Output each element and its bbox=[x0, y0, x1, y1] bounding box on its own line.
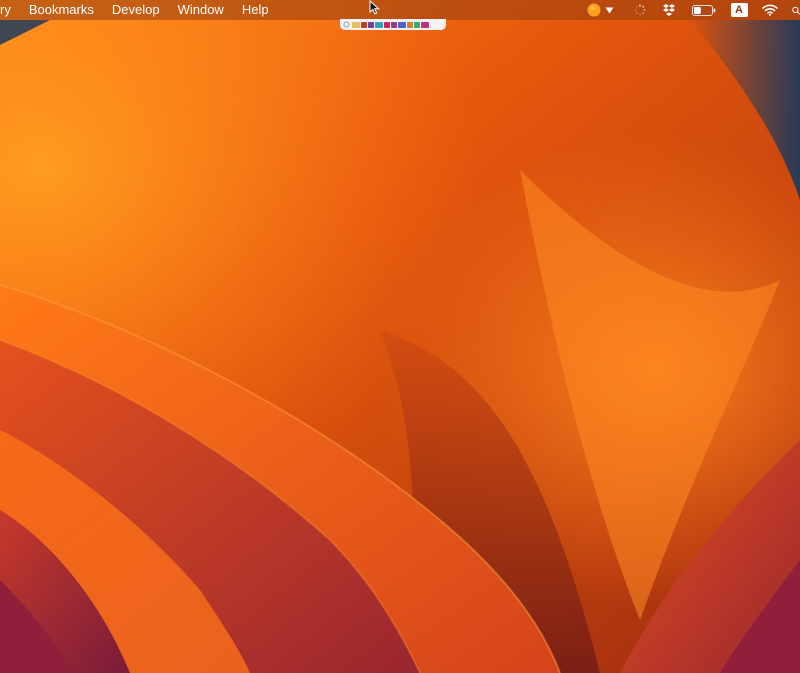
orange-circle-icon bbox=[587, 3, 600, 17]
menu-bar-status-area: A bbox=[584, 0, 800, 20]
menu-item-bookmarks[interactable]: Bookmarks bbox=[20, 0, 103, 20]
palette-swatch[interactable] bbox=[421, 21, 429, 28]
battery-menu[interactable] bbox=[692, 0, 716, 20]
app-indicator-menu[interactable] bbox=[584, 0, 616, 20]
battery-icon bbox=[692, 4, 716, 16]
dropbox-icon bbox=[663, 4, 675, 16]
menu-item-history[interactable]: ry bbox=[0, 0, 20, 20]
chevron-down-icon bbox=[605, 7, 613, 13]
menu-item-window[interactable]: Window bbox=[169, 0, 233, 20]
dropbox-menu[interactable] bbox=[662, 0, 676, 20]
palette-swatch[interactable] bbox=[407, 21, 413, 28]
menu-item-develop[interactable]: Develop bbox=[103, 0, 169, 20]
palette-swatch[interactable] bbox=[375, 21, 383, 28]
palette-swatch[interactable] bbox=[368, 21, 374, 28]
menu-item-help[interactable]: Help bbox=[233, 0, 278, 20]
wifi-icon bbox=[762, 4, 778, 16]
loading-spinner-icon bbox=[634, 4, 646, 16]
palette-swatch[interactable] bbox=[361, 21, 367, 28]
input-source-menu[interactable]: A bbox=[730, 0, 748, 20]
input-source-label: A bbox=[730, 3, 748, 17]
menu-bar: ry Bookmarks Develop Window Help A bbox=[0, 0, 800, 20]
palette-swatches bbox=[352, 21, 429, 28]
palette-swatch[interactable] bbox=[414, 21, 420, 28]
wallpaper bbox=[0, 0, 800, 673]
wifi-menu[interactable] bbox=[762, 0, 778, 20]
activity-spinner[interactable] bbox=[632, 0, 648, 20]
desktop: ry Bookmarks Develop Window Help A bbox=[0, 0, 800, 673]
spotlight-menu[interactable] bbox=[792, 0, 800, 20]
palette-swatch[interactable] bbox=[398, 21, 406, 28]
mouse-cursor-icon bbox=[369, 0, 380, 15]
palette-strip[interactable] bbox=[340, 19, 446, 30]
palette-swatch[interactable] bbox=[384, 21, 390, 28]
spotlight-search-icon bbox=[792, 6, 800, 14]
palette-swatch[interactable] bbox=[391, 21, 397, 28]
palette-swatch[interactable] bbox=[352, 21, 360, 28]
palette-strip-icon bbox=[343, 21, 350, 28]
